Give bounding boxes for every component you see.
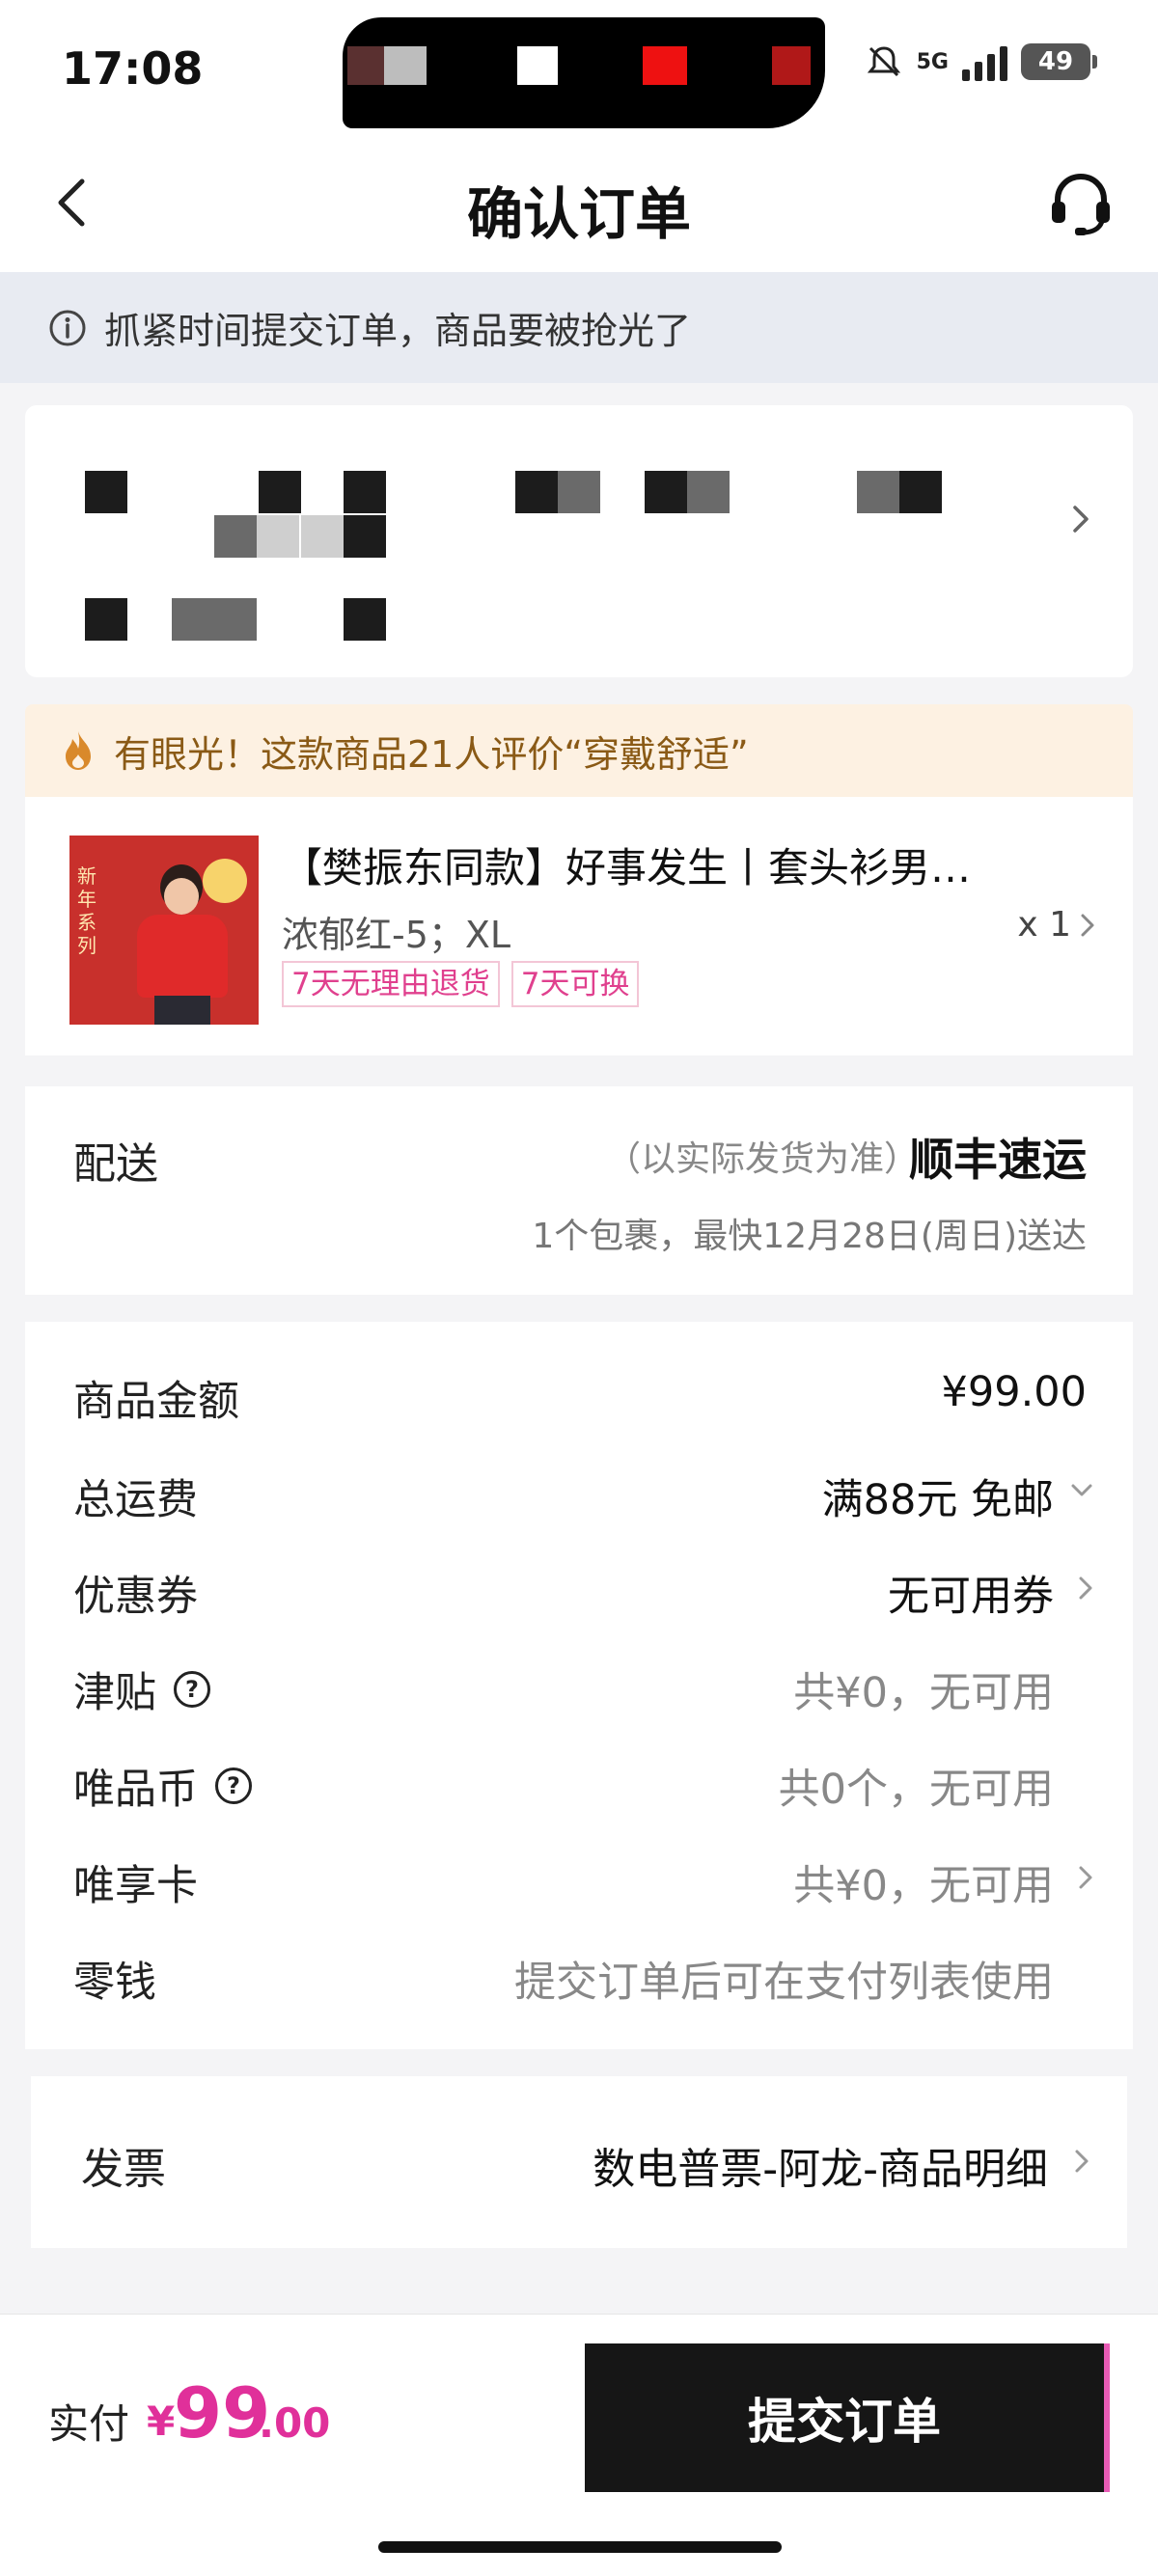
- submit-order-button[interactable]: 提交订单: [585, 2343, 1110, 2492]
- service-tag: 7天无理由退货: [282, 961, 500, 1007]
- vip-coins-value: 共0个，无可用: [778, 1766, 1054, 1814]
- price-row-shipping[interactable]: 总运费 满88元 免邮: [25, 1453, 1133, 1530]
- customer-service-button[interactable]: [1042, 165, 1119, 242]
- price-row-allowance: 津贴 ? 共¥0，无可用: [25, 1646, 1133, 1723]
- vip-card-value: 共¥0，无可用: [793, 1862, 1054, 1910]
- price-row-label: 唯品币 ?: [73, 1756, 252, 1816]
- network-label: 5G: [916, 49, 949, 74]
- info-icon: [49, 310, 86, 345]
- price-breakdown-card: 商品金额 ¥99.00 总运费 满88元 免邮 优惠券 无可用券 津贴 ? 共¥…: [25, 1322, 1133, 2049]
- price-row-coupon[interactable]: 优惠券 无可用券: [25, 1549, 1133, 1627]
- thumbnail-text: 新年系列: [77, 864, 96, 957]
- redacted-block: [85, 471, 127, 513]
- checkout-bar: 实付 ¥ 99 .00 提交订单: [0, 2314, 1158, 2576]
- product-title: 【樊振东同款】好事发生丨套头衫男…: [282, 844, 972, 891]
- price-row-label: 商品金额: [73, 1378, 239, 1426]
- delivery-label: 配送: [73, 1139, 158, 1189]
- chevron-right-icon: [1073, 506, 1089, 533]
- address-card[interactable]: [25, 405, 1133, 677]
- battery-icon: 49: [1021, 43, 1097, 80]
- service-tag: 7天可换: [510, 961, 640, 1007]
- redacted-block: [857, 471, 899, 513]
- help-icon[interactable]: ?: [215, 1768, 252, 1804]
- chevron-right-icon: [1079, 1866, 1092, 1889]
- redacted-block: [257, 515, 299, 558]
- product-thumbnail: 新年系列: [69, 836, 259, 1025]
- chevron-right-icon: [1079, 1576, 1092, 1600]
- pay-amount-decimal: .00: [259, 2399, 331, 2447]
- system-icons: 5G 49: [865, 42, 1097, 81]
- product-spec: 浓郁红-5；XL: [282, 914, 511, 956]
- redacted-block: [301, 515, 344, 558]
- pay-label: 实付: [48, 2400, 130, 2448]
- price-row-change: 零钱 提交订单后可在支付列表使用: [25, 1935, 1133, 2013]
- status-bar: 17:08 5G 49: [0, 0, 1158, 140]
- price-row-label: 零钱: [73, 1959, 156, 2007]
- price-row-vip-coins: 唯品币 ? 共0个，无可用: [25, 1742, 1133, 1820]
- redacted-block: [517, 46, 558, 85]
- notice-banner: 抓紧时间提交订单，商品要被抢光了: [0, 272, 1158, 383]
- model-figure: [129, 864, 235, 1025]
- redacted-block: [344, 515, 386, 558]
- price-row-label: 唯享卡: [73, 1862, 198, 1910]
- delivery-carrier: 顺丰速运: [909, 1134, 1087, 1186]
- mute-icon: [867, 46, 900, 77]
- delivery-eta: 1个包裹，最快12月28日(周日)送达: [532, 1217, 1087, 1256]
- notice-text: 抓紧时间提交订单，商品要被抢光了: [104, 310, 692, 352]
- redacted-block: [899, 471, 942, 513]
- redacted-block: [344, 598, 386, 641]
- redacted-block: [515, 471, 558, 513]
- pay-currency: ¥: [147, 2398, 176, 2445]
- battery-level: 49: [1037, 47, 1074, 76]
- chevron-right-icon: [1075, 2150, 1089, 2173]
- goods-amount-value: ¥99.00: [941, 1368, 1087, 1416]
- redacted-block: [643, 46, 687, 85]
- review-tip-bar: 有眼光！这款商品21人评价“穿戴舒适”: [25, 704, 1133, 797]
- delivery-card[interactable]: 配送 （以实际发货为准） 顺丰速运 1个包裹，最快12月28日(周日)送达: [25, 1086, 1133, 1295]
- allowance-value: 共¥0，无可用: [793, 1669, 1054, 1717]
- price-row-goods-amount: 商品金额 ¥99.00: [25, 1355, 1133, 1432]
- redacted-block: [687, 471, 730, 513]
- page-title: 确认订单: [466, 181, 691, 247]
- redacted-block: [85, 598, 127, 641]
- flame-icon: [66, 731, 91, 770]
- redacted-block: [214, 515, 257, 558]
- pay-amount-integer: 99: [174, 2372, 271, 2453]
- nav-bar: 确认订单: [0, 140, 1158, 272]
- price-row-label: 优惠券: [73, 1573, 198, 1621]
- coupon-value: 无可用券: [888, 1573, 1054, 1621]
- redacted-block: [172, 598, 214, 641]
- price-row-label: 总运费: [73, 1476, 198, 1524]
- redacted-block: [645, 471, 687, 513]
- shipping-value: 满88元 免邮: [821, 1476, 1054, 1524]
- help-icon[interactable]: ?: [174, 1671, 210, 1708]
- product-quantity[interactable]: x 1: [1017, 905, 1098, 945]
- redacted-block: [347, 46, 384, 85]
- headset-icon: [1052, 173, 1110, 235]
- price-row-vip-card[interactable]: 唯享卡 共¥0，无可用: [25, 1839, 1133, 1916]
- status-time: 17:08: [62, 42, 204, 95]
- product-card[interactable]: 新年系列 【樊振东同款】好事发生丨套头衫男… 浓郁红-5；XL x 1 7天无理…: [25, 797, 1133, 1055]
- invoice-value: 数电普票-阿龙-商品明细: [593, 2145, 1048, 2194]
- delivery-hint: （以实际发货为准）: [605, 1139, 919, 1179]
- signal-icon: [962, 42, 1007, 81]
- change-value: 提交订单后可在支付列表使用: [514, 1959, 1054, 2007]
- home-indicator[interactable]: [378, 2541, 782, 2553]
- quantity-text: x 1: [1017, 905, 1071, 945]
- invoice-card[interactable]: 发票 数电普票-阿龙-商品明细: [31, 2076, 1127, 2248]
- service-tags: 7天无理由退货 7天可换: [282, 961, 640, 1007]
- redacted-block: [214, 598, 257, 641]
- redacted-block: [344, 471, 386, 513]
- invoice-label: 发票: [81, 2145, 166, 2194]
- redacted-block: [558, 471, 600, 513]
- review-tip-text: 有眼光！这款商品21人评价“穿戴舒适”: [114, 732, 749, 776]
- chevron-down-icon: [1071, 1484, 1092, 1496]
- price-row-label: 津贴 ?: [73, 1659, 210, 1719]
- redacted-block: [772, 46, 811, 85]
- chevron-right-icon: [1081, 914, 1094, 936]
- redacted-block: [384, 46, 427, 85]
- redacted-block: [259, 471, 301, 513]
